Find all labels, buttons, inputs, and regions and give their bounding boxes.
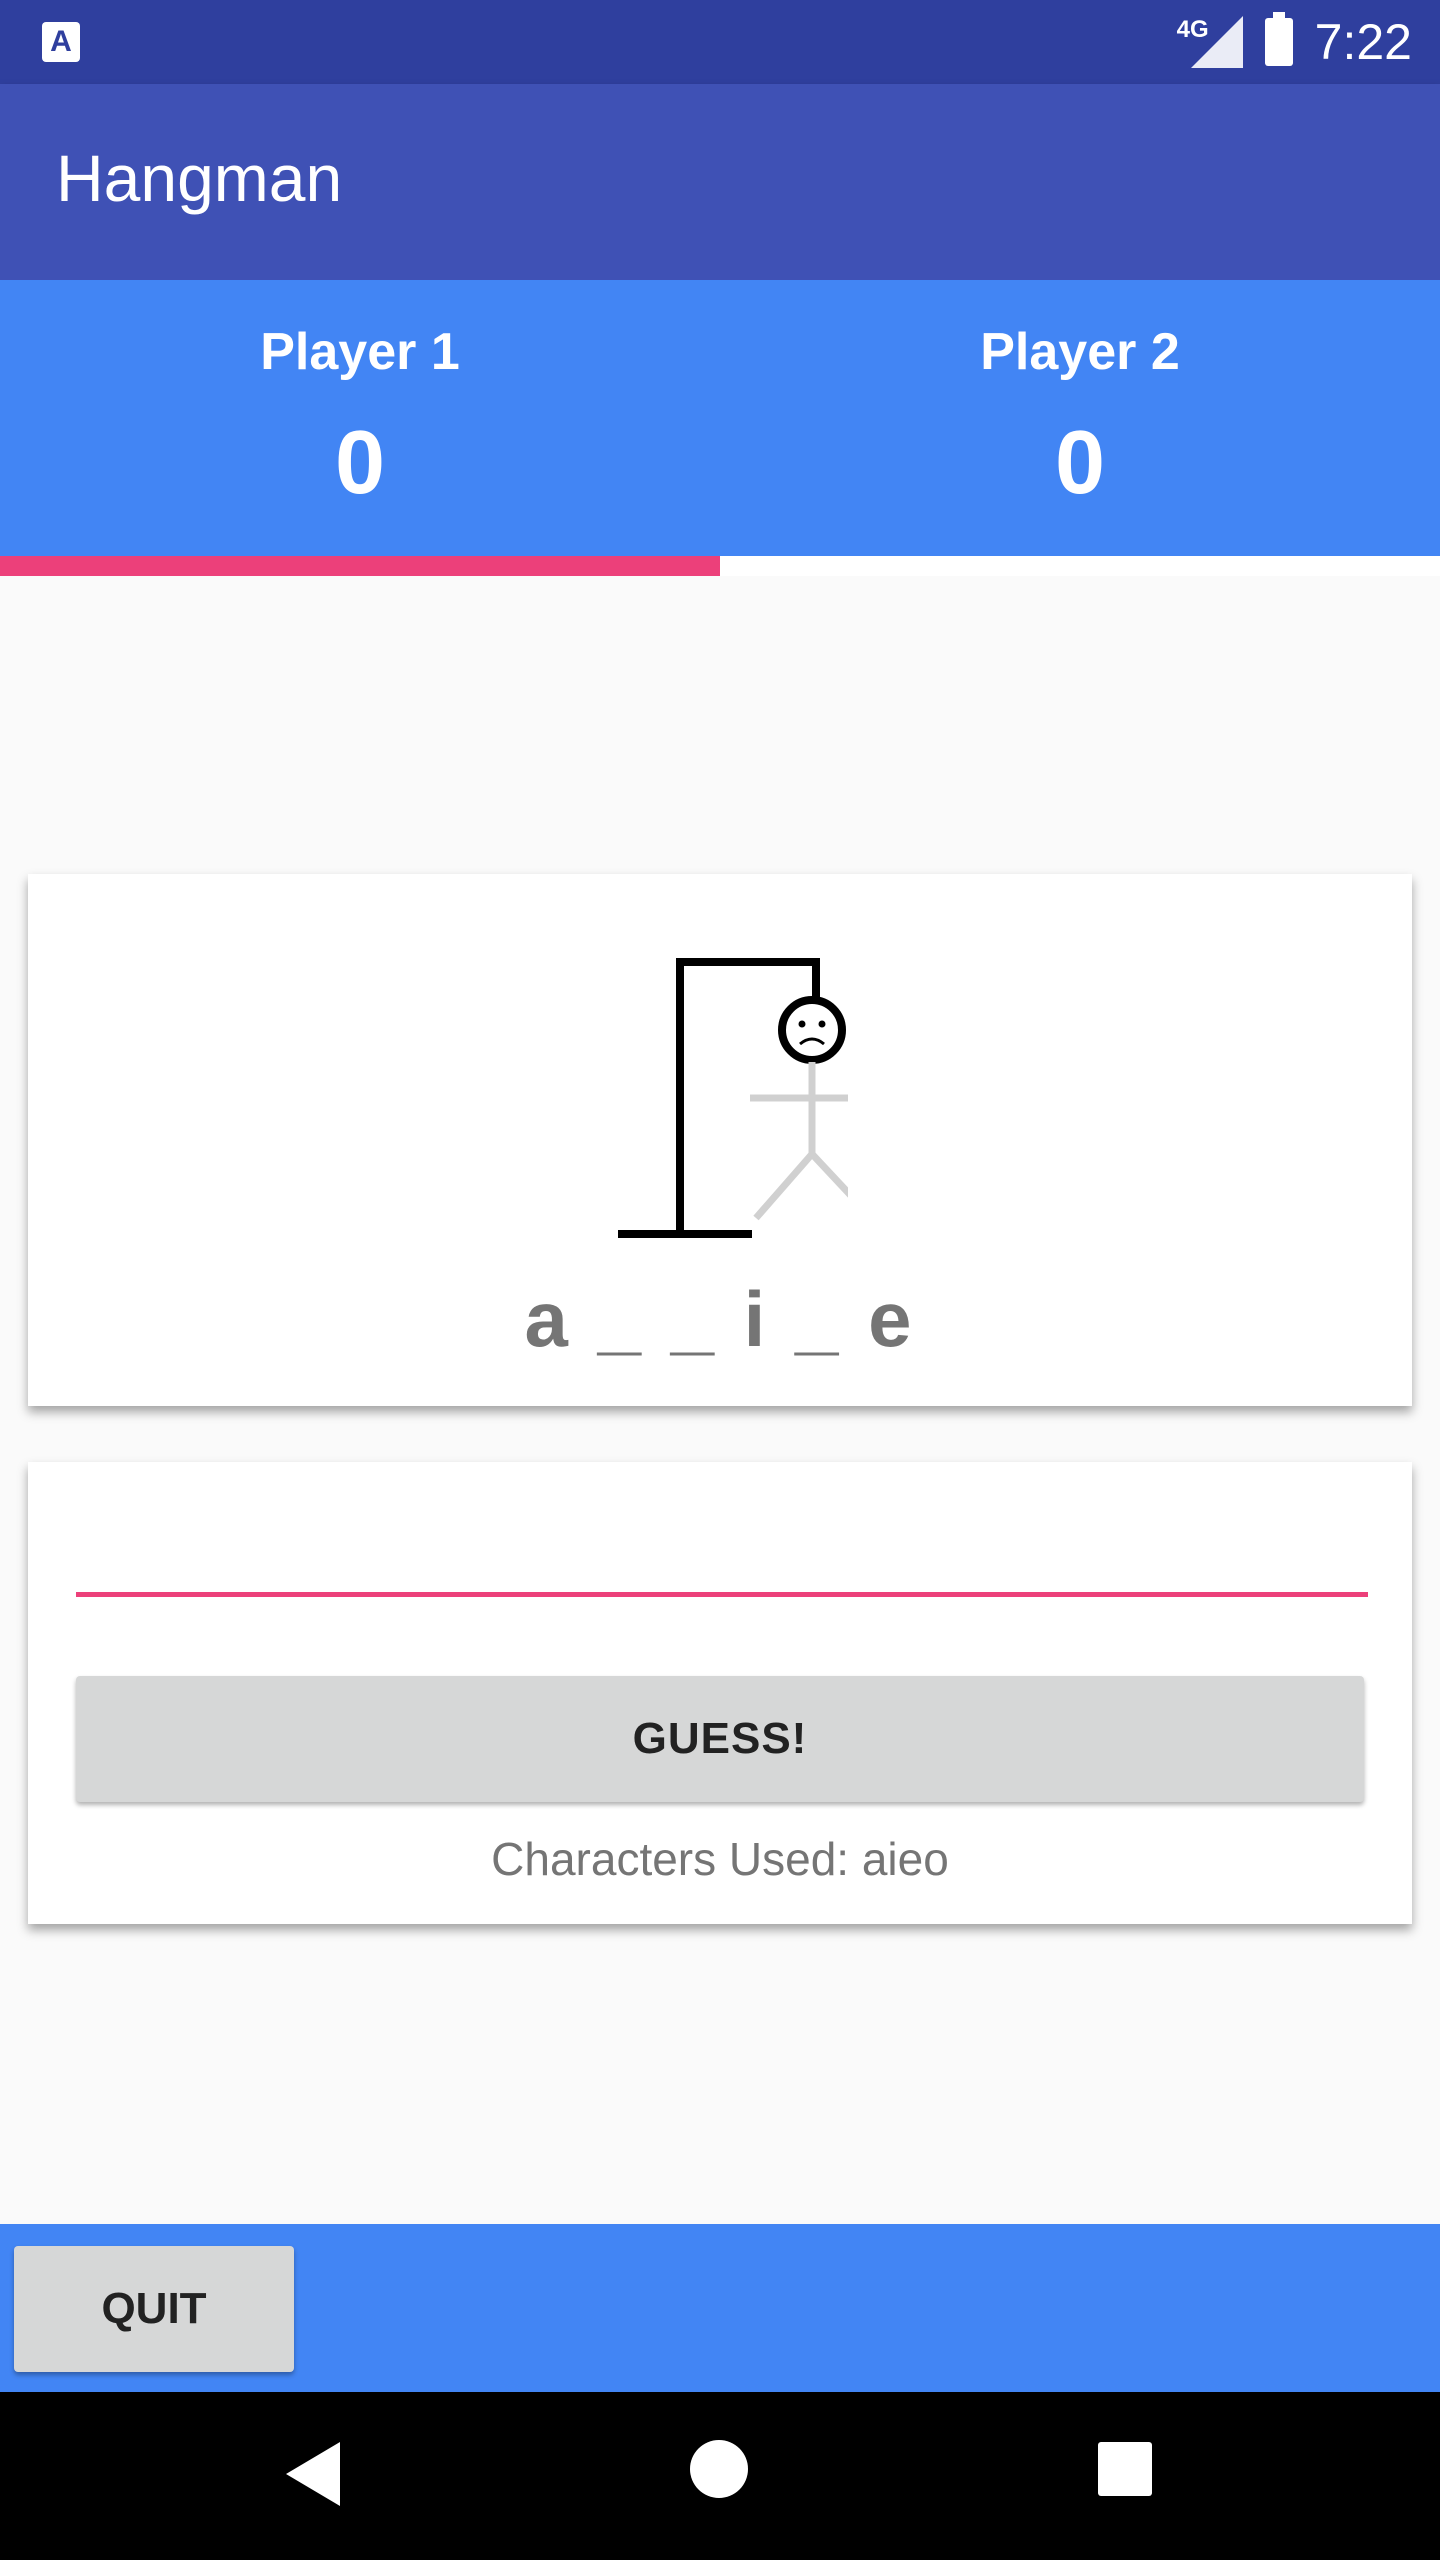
bottom-bar: QUIT (0, 2224, 1440, 2392)
clock: 7:22 (1314, 14, 1412, 70)
status-bar: A 4G 7:22 (0, 0, 1440, 84)
player-1-name: Player 1 (260, 323, 460, 381)
characters-used-text: Characters Used: aieo (491, 1833, 949, 1885)
back-icon[interactable] (286, 2442, 340, 2506)
player-2-score-panel: Player 2 0 (720, 280, 1440, 515)
guess-input[interactable] (76, 1502, 1368, 1597)
inactive-player-indicator (720, 556, 1440, 576)
player-1-score: 0 (334, 413, 386, 513)
battery-charging-icon (1264, 12, 1293, 66)
status-icons: 4G 7:22 (1177, 0, 1412, 84)
player-2-score: 0 (1054, 413, 1106, 513)
active-player-indicator (0, 556, 720, 576)
app-title: Hangman (56, 141, 343, 215)
word-display: a _ _ i _ e (524, 1275, 916, 1363)
app-bar: Hangman (0, 84, 1440, 280)
hangman-head (778, 996, 846, 1064)
player-1-score-panel: Player 1 0 (0, 280, 720, 515)
hangman-card: a _ _ i _ e (28, 874, 1412, 1406)
home-icon[interactable] (690, 2440, 748, 2498)
navigation-bar (0, 2392, 1440, 2560)
signal-icon (1190, 16, 1243, 68)
guess-button[interactable]: GUESS! (76, 1676, 1364, 1802)
quit-button[interactable]: QUIT (14, 2246, 294, 2372)
recents-icon[interactable] (1098, 2442, 1152, 2496)
player-2-name: Player 2 (980, 323, 1180, 381)
scoreboard: Player 1 0 Player 2 0 (0, 280, 1440, 576)
app-notification-icon: A (42, 22, 80, 62)
guess-card: GUESS! Characters Used: aieo (28, 1462, 1412, 1924)
hangman-body-hidden (750, 1062, 848, 1221)
hangman-drawing (618, 958, 848, 1238)
